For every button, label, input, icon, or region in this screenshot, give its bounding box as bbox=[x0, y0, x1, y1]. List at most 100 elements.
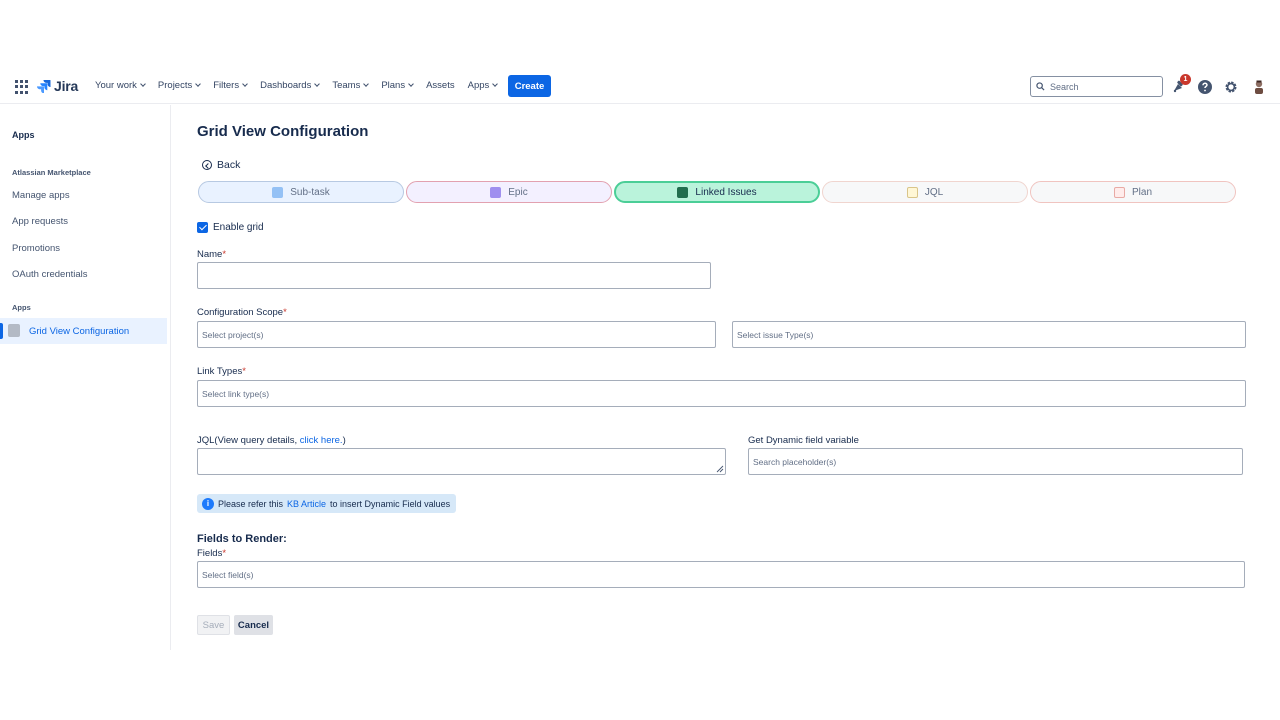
create-button[interactable]: Create bbox=[508, 75, 551, 97]
sidebar: Apps Atlassian Marketplace Manage apps A… bbox=[0, 105, 171, 650]
nav-item-label: Apps bbox=[467, 80, 490, 91]
tab-linked-issues[interactable]: Linked Issues bbox=[614, 181, 820, 203]
tab-jql[interactable]: JQL bbox=[822, 181, 1028, 203]
configuration-scope-label: Configuration Scope* bbox=[197, 307, 287, 318]
jql-details-link[interactable]: click here. bbox=[300, 435, 343, 446]
name-label: Name* bbox=[197, 249, 226, 260]
plan-icon bbox=[1113, 186, 1125, 198]
link-type-select[interactable] bbox=[197, 380, 1246, 407]
settings-icon[interactable] bbox=[1223, 79, 1239, 95]
nav-item-filters[interactable]: Filters bbox=[213, 80, 248, 91]
issue-type-select[interactable] bbox=[732, 321, 1246, 348]
chevron-down-icon bbox=[492, 81, 499, 87]
chevron-down-icon bbox=[242, 81, 248, 87]
jql-label: JQL(View query details, click here.) bbox=[197, 435, 346, 446]
link-types-label: Link Types* bbox=[197, 366, 246, 377]
required-mark: * bbox=[222, 249, 227, 260]
nav-item-plans[interactable]: Plans bbox=[381, 80, 414, 91]
sidebar-title: Apps bbox=[12, 130, 35, 140]
kb-article-link[interactable]: KB Article bbox=[287, 499, 326, 509]
sidebar-item-manage-apps[interactable]: Manage apps bbox=[12, 190, 70, 201]
fields-label: Fields* bbox=[197, 548, 226, 559]
save-button[interactable]: Save bbox=[197, 615, 230, 635]
sidebar-marketplace-heading: Atlassian Marketplace bbox=[12, 168, 91, 177]
back-arrow-icon bbox=[202, 160, 212, 170]
sidebar-apps-heading: Apps bbox=[12, 303, 31, 312]
avatar[interactable] bbox=[1251, 79, 1267, 95]
primary-nav: Your work Projects Filters Dashboards Teams P… bbox=[95, 80, 510, 91]
resize-grip-icon[interactable] bbox=[716, 465, 724, 473]
sidebar-item-promotions[interactable]: Promotions bbox=[12, 243, 60, 254]
jql-icon bbox=[906, 186, 918, 198]
nav-item-dashboards[interactable]: Dashboards bbox=[260, 80, 321, 91]
fields-section-title: Fields to Render: bbox=[197, 533, 287, 545]
link-types-label-text: Link Types bbox=[197, 366, 243, 377]
nav-item-label: Projects bbox=[157, 80, 193, 91]
scope-label-text: Configuration Scope bbox=[197, 307, 284, 318]
project-select[interactable] bbox=[197, 321, 716, 348]
search-input[interactable] bbox=[1050, 81, 1160, 92]
tab-label: Sub-task bbox=[290, 186, 330, 198]
jira-logo[interactable]: Jira bbox=[37, 78, 78, 94]
tab-plan[interactable]: Plan bbox=[1030, 181, 1236, 203]
nav-item-assets[interactable]: Assets bbox=[426, 80, 455, 91]
epic-icon bbox=[490, 186, 502, 198]
tab-epic[interactable]: Epic bbox=[406, 181, 612, 203]
chevron-down-icon bbox=[314, 81, 321, 87]
app-icon bbox=[8, 324, 20, 337]
back-button[interactable]: Back bbox=[202, 159, 240, 171]
sidebar-item-app-requests[interactable]: App requests bbox=[12, 216, 68, 227]
nav-item-projects[interactable]: Projects bbox=[157, 80, 202, 91]
fields-select[interactable] bbox=[197, 561, 1245, 588]
page-title: Grid View Configuration bbox=[197, 123, 369, 140]
help-icon[interactable] bbox=[1197, 79, 1213, 95]
sidebar-item-grid-view-configuration[interactable]: Grid View Configuration bbox=[0, 318, 167, 344]
nav-item-teams[interactable]: Teams bbox=[332, 80, 370, 91]
tab-label: Linked Issues bbox=[695, 186, 757, 198]
nav-item-label: Your work bbox=[95, 80, 137, 91]
nav-item-label: Assets bbox=[426, 80, 455, 91]
enable-grid-label: Enable grid bbox=[213, 222, 264, 233]
chevron-down-icon bbox=[140, 81, 146, 87]
tab-label: Epic bbox=[508, 186, 528, 198]
info-message: i Please refer this KB Article to insert… bbox=[197, 494, 457, 513]
tab-sub-task[interactable]: Sub-task bbox=[198, 181, 404, 203]
fields-label-text: Fields bbox=[197, 548, 223, 559]
checkbox-checked-icon[interactable] bbox=[197, 222, 208, 233]
info-text-prefix: Please refer this bbox=[218, 498, 284, 509]
jql-label-suffix: ) bbox=[342, 435, 346, 446]
active-indicator bbox=[0, 323, 3, 339]
subtask-icon bbox=[272, 186, 284, 198]
info-text-suffix: to insert Dynamic Field values bbox=[330, 498, 451, 509]
info-icon: i bbox=[202, 497, 214, 510]
sidebar-item-label: Grid View Configuration bbox=[29, 325, 130, 337]
jql-label-text: JQL(View query details, bbox=[197, 435, 300, 446]
cancel-button[interactable]: Cancel bbox=[234, 615, 273, 635]
jql-textarea[interactable] bbox=[197, 448, 726, 475]
nav-item-label: Teams bbox=[332, 80, 361, 91]
top-navigation: Jira Your work Projects Filters Dashboards T… bbox=[0, 72, 1280, 104]
app-switcher-icon[interactable] bbox=[15, 80, 29, 94]
required-mark: * bbox=[242, 366, 246, 377]
linked-issues-icon bbox=[677, 186, 689, 198]
nav-item-apps[interactable]: Apps bbox=[467, 80, 499, 91]
name-label-text: Name bbox=[197, 249, 223, 260]
jira-logo-text: Jira bbox=[54, 78, 79, 94]
name-field[interactable] bbox=[197, 262, 711, 289]
tab-label: JQL bbox=[924, 186, 944, 198]
chevron-down-icon bbox=[195, 81, 202, 87]
nav-item-your-work[interactable]: Your work bbox=[95, 80, 146, 91]
notification-badge: 1 bbox=[1180, 74, 1191, 85]
nav-item-label: Dashboards bbox=[260, 80, 312, 91]
sidebar-item-oauth-credentials[interactable]: OAuth credentials bbox=[12, 269, 88, 280]
chevron-down-icon bbox=[363, 81, 370, 87]
enable-grid-checkbox[interactable]: Enable grid bbox=[197, 222, 264, 233]
jira-logo-icon bbox=[37, 80, 51, 93]
nav-item-label: Plans bbox=[381, 80, 406, 91]
search-icon bbox=[1036, 82, 1045, 91]
dynamic-placeholder-search[interactable] bbox=[748, 448, 1243, 475]
required-mark: * bbox=[283, 307, 287, 318]
search-box[interactable] bbox=[1030, 76, 1163, 97]
chevron-down-icon bbox=[408, 81, 414, 87]
required-mark: * bbox=[222, 548, 227, 559]
